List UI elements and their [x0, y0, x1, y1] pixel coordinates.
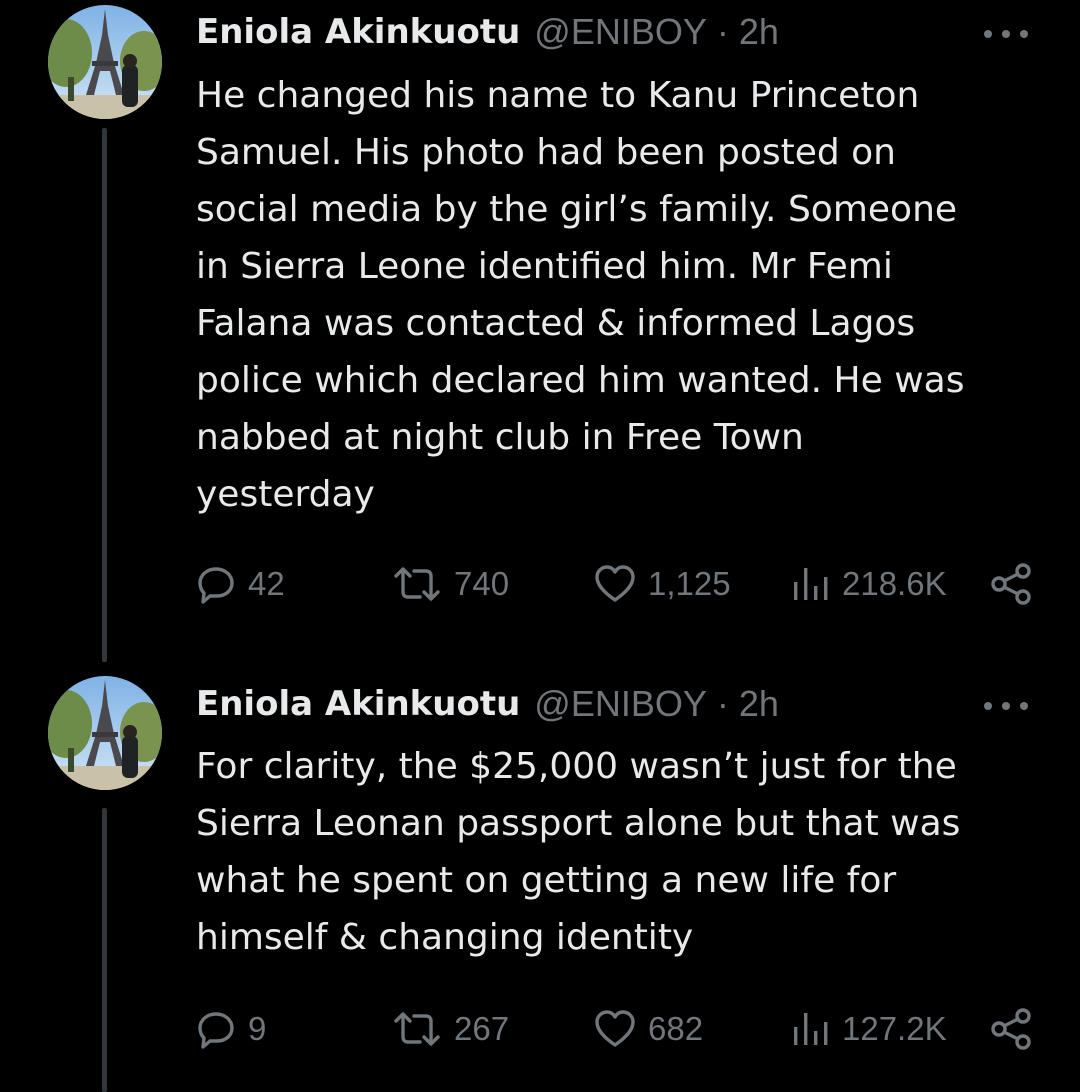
reply-count: 9	[248, 1010, 267, 1047]
share-icon	[991, 1008, 1031, 1050]
share-button[interactable]	[990, 561, 1032, 607]
reply-icon	[198, 567, 234, 604]
views-button[interactable]: 218.6K	[790, 561, 947, 607]
more-dots-icon	[1002, 30, 1010, 38]
like-button[interactable]: 682	[594, 1006, 703, 1052]
reply-icon	[198, 1012, 234, 1049]
more-dots-icon	[1002, 702, 1010, 710]
reply-count: 42	[248, 565, 285, 602]
author-handle[interactable]: @ENIBOY	[534, 683, 707, 725]
tweet-text: For clarity, the $25,000 wasn’t just for…	[196, 746, 961, 958]
views-chart-icon	[794, 1013, 828, 1045]
reply-button[interactable]: 42	[196, 561, 285, 607]
heart-icon	[595, 565, 635, 602]
avatar-image	[48, 676, 162, 790]
tweet-actions: 42 740 1,125 218.6K	[196, 561, 1032, 607]
author-avatar[interactable]	[48, 5, 162, 119]
more-dots-icon	[1020, 30, 1028, 38]
more-options-button[interactable]	[984, 691, 1028, 721]
reply-button[interactable]: 9	[196, 1006, 266, 1052]
tweet[interactable]: Eniola Akinkuotu @ENIBOY · 2h He changed…	[0, 0, 1080, 660]
like-count: 682	[648, 1010, 704, 1047]
author-name[interactable]: Eniola Akinkuotu	[196, 684, 520, 724]
tweet-actions: 9 267 682 127.2K	[196, 1006, 1032, 1052]
tweet[interactable]: Eniola Akinkuotu @ENIBOY · 2h For clarit…	[0, 660, 1080, 1092]
views-chart-icon	[794, 568, 828, 600]
separator-dot: ·	[716, 683, 729, 724]
author-avatar[interactable]	[48, 676, 162, 790]
like-count: 1,125	[648, 565, 731, 602]
repost-icon	[394, 567, 440, 601]
separator-dot: ·	[716, 11, 729, 52]
avatar-image	[48, 5, 162, 119]
heart-icon	[595, 1010, 635, 1047]
more-dots-icon	[984, 30, 992, 38]
tweet-timestamp[interactable]: 2h	[739, 11, 779, 53]
view-count: 127.2K	[842, 1010, 947, 1047]
tweet-header: Eniola Akinkuotu @ENIBOY · 2h	[196, 10, 970, 54]
more-options-button[interactable]	[984, 19, 1028, 49]
author-name[interactable]: Eniola Akinkuotu	[196, 12, 520, 52]
author-handle[interactable]: @ENIBOY	[534, 11, 707, 53]
view-count: 218.6K	[842, 565, 947, 602]
repost-button[interactable]: 740	[392, 561, 509, 607]
share-icon	[991, 563, 1031, 605]
repost-count: 740	[454, 565, 510, 602]
tweet-timestamp[interactable]: 2h	[739, 683, 779, 725]
tweet-text: He changed his name to Kanu Princeton Sa…	[196, 75, 965, 515]
more-dots-icon	[984, 702, 992, 710]
repost-button[interactable]: 267	[392, 1006, 509, 1052]
more-dots-icon	[1020, 702, 1028, 710]
share-button[interactable]	[990, 1006, 1032, 1052]
views-button[interactable]: 127.2K	[790, 1006, 947, 1052]
repost-count: 267	[454, 1010, 510, 1047]
like-button[interactable]: 1,125	[594, 561, 731, 607]
repost-icon	[394, 1012, 440, 1046]
tweet-header: Eniola Akinkuotu @ENIBOY · 2h	[196, 682, 970, 726]
